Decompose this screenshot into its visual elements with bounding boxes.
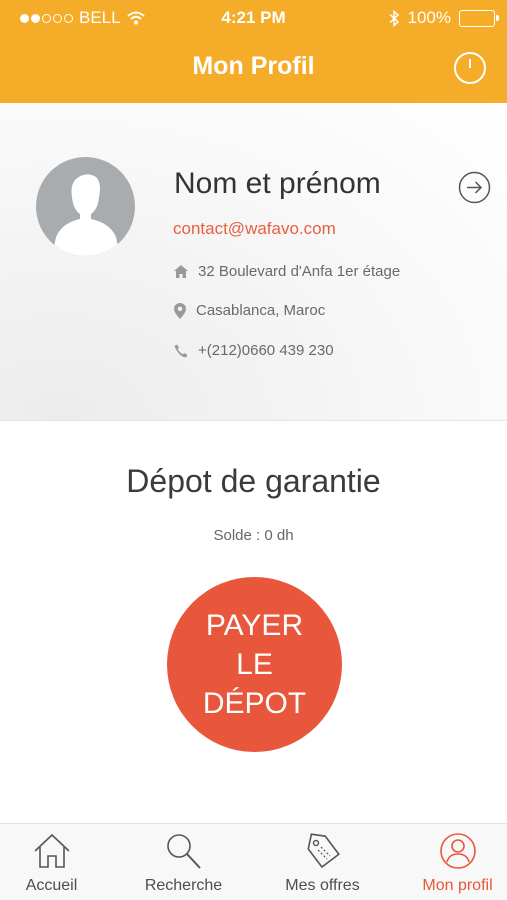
profile-icon [439,833,476,869]
battery-icon [459,9,499,27]
pay-button-line-2: LE [236,648,273,681]
tag-icon [306,833,340,869]
balance-text: Solde : 0 dh [213,527,294,544]
profile-name: Nom et prénom [174,167,381,200]
profile-card: Nom et prénom contact@wafavo.com 32 Boul… [0,103,507,421]
deposit-title: Dépot de garantie [126,463,381,499]
tab-recherche[interactable]: Recherche [120,824,247,900]
phone-text[interactable]: +(212)0660 439 230 [198,342,334,359]
page-title: Mon Profil [192,52,315,80]
status-right: 100% [389,8,499,28]
city-text: Casablanca, Maroc [196,302,326,319]
status-bar: BELL 4:21 PM 100% [0,0,507,36]
battery-percent: 100% [407,8,451,27]
tab-mes-offres[interactable]: Mes offres [259,824,386,900]
phone-icon [174,344,188,357]
phone-row: +(212)0660 439 230 [174,342,334,359]
address-text: 32 Boulevard d'Anfa 1er étage [198,263,401,280]
location-pin-icon [174,302,186,319]
power-icon[interactable] [453,51,487,85]
avatar [36,157,135,256]
pay-deposit-button[interactable]: PAYER LE DÉPOT [167,577,342,752]
header-bar: BELL 4:21 PM 100% Mon Profil [0,0,507,103]
tab-mon-profil-label: Mon profil [422,877,493,894]
address-row: 32 Boulevard d'Anfa 1er étage [174,263,400,280]
tab-accueil[interactable]: Accueil [0,824,115,900]
home-icon [33,833,70,868]
profile-email[interactable]: contact@wafavo.com [173,219,336,239]
bluetooth-icon [389,9,399,27]
search-icon [166,834,201,869]
pay-button-line-1: PAYER [205,609,304,642]
tab-mes-offres-label: Mes offres [285,877,360,894]
city-row: Casablanca, Maroc [174,302,325,319]
pay-button-line-3: DÉPOT [202,687,307,720]
tab-recherche-label: Recherche [144,877,223,894]
tab-accueil-label: Accueil [25,877,78,894]
tab-mon-profil[interactable]: Mon profil [394,824,507,900]
tab-bar: Accueil Recherche Mes offres Mon profil [0,823,507,900]
arrow-right-circle-icon[interactable] [458,171,491,204]
home-small-icon [174,265,188,278]
avatar-placeholder-icon [52,174,120,256]
